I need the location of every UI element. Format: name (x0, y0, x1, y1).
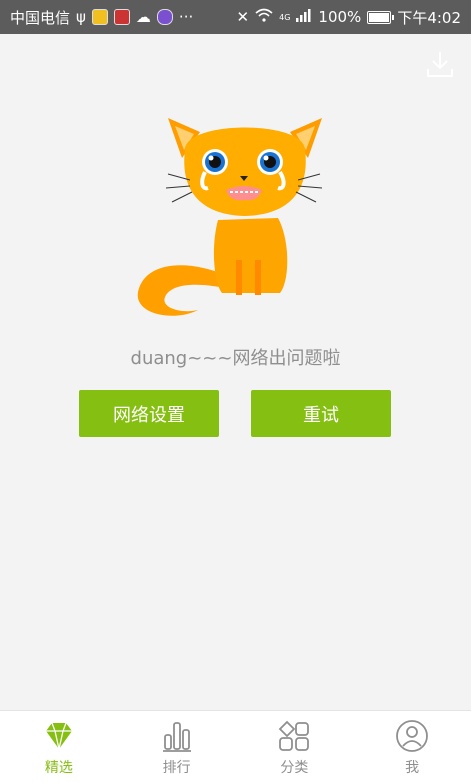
network-settings-button[interactable]: 网络设置 (79, 390, 219, 437)
tab-label: 分类 (280, 760, 309, 776)
notification-app-icon (91, 9, 108, 25)
tab-label: 精选 (44, 760, 73, 776)
download-icon[interactable] (425, 49, 455, 79)
category-grid-icon (279, 720, 310, 751)
diamond-icon (45, 722, 72, 750)
retry-button[interactable]: 重试 (251, 390, 391, 437)
tab-label: 我 (405, 760, 420, 776)
status-bar-right: ✕ 4G 100% 下午4:02 (237, 7, 461, 28)
status-bar-left: 中国电信 ψ ☁ ··· (10, 7, 193, 28)
usb-icon: ψ (76, 8, 86, 26)
status-bar: 中国电信 ψ ☁ ··· ✕ 4G 100% 下午4:02 (0, 0, 471, 34)
crying-cat-illustration (130, 110, 330, 330)
tab-featured[interactable]: 精选 (0, 711, 118, 783)
tab-label: 排行 (162, 760, 191, 776)
battery-percent: 100% (318, 8, 362, 26)
notification-app-icon (156, 9, 173, 25)
bottom-tab-bar: 精选 排行 分类 我 (0, 710, 471, 783)
cloud-icon: ☁ (135, 8, 151, 26)
mute-icon: ✕ (236, 8, 250, 26)
clock-time: 下午4:02 (397, 8, 461, 27)
signal-icon (296, 8, 312, 26)
tab-category[interactable]: 分类 (236, 711, 354, 783)
network-type-label: 4G (279, 12, 291, 22)
notification-app-icon (113, 9, 130, 25)
battery-icon (367, 10, 395, 24)
wifi-icon (255, 8, 273, 26)
network-error-message: duang~~~网络出问题啦 (130, 348, 341, 369)
tab-ranking[interactable]: 排行 (118, 711, 236, 783)
tab-me[interactable]: 我 (353, 711, 471, 783)
more-notifications-icon: ··· (178, 8, 194, 26)
carrier-label: 中国电信 (10, 8, 71, 27)
user-icon (396, 720, 429, 752)
bar-chart-icon (162, 722, 191, 752)
